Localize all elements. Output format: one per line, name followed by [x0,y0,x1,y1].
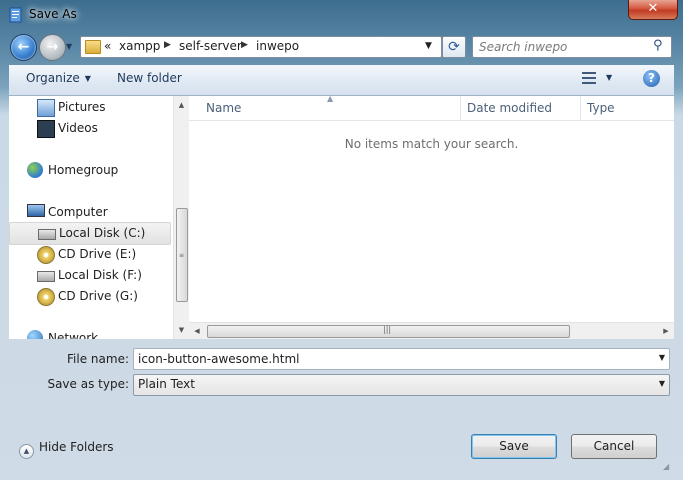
sidebar-item-label: Videos [58,121,98,135]
window-title: Save As [29,7,77,21]
search-input[interactable] [479,38,649,55]
cd-drive-icon [37,288,55,306]
sidebar-item-label: Local Disk (C:) [59,226,146,240]
column-date-modified[interactable]: Date modified [467,101,552,115]
column-divider[interactable] [580,96,581,120]
address-bar[interactable]: « xampp ▶ self-server ▶ inwepo ▼ [80,36,442,58]
empty-message: No items match your search. [344,137,519,151]
close-icon: ✕ [647,1,659,16]
chevron-down-icon[interactable]: ▼ [659,353,665,362]
scroll-up-icon[interactable]: ▲ [174,98,189,112]
sidebar-item-local-disk-f[interactable]: Local Disk (F:) [37,265,167,286]
cd-drive-icon [37,246,55,264]
sidebar-item-label: Network [48,331,99,339]
refresh-icon: ⟳ [448,39,460,55]
column-name[interactable]: Name [206,101,241,115]
search-icon[interactable]: ⚲ [653,38,667,54]
chevron-down-icon: ▼ [84,74,91,83]
title-bar[interactable]: Save As ✕ [0,0,683,30]
sidebar-item-label: Homegroup [48,163,119,177]
file-name-label: File name: [67,352,129,366]
cancel-button[interactable]: Cancel [571,434,657,459]
grip-icon: ||| [383,325,392,334]
horizontal-scrollbar[interactable]: ◀ ||| ▶ [189,322,674,339]
column-divider[interactable] [460,96,461,120]
chevron-down-icon[interactable]: ▼ [425,41,432,51]
disk-icon [38,229,56,240]
hide-folders-label: Hide Folders [39,440,114,454]
search-box[interactable]: ⚲ [472,36,672,58]
save-type-label: Save as type: [47,377,129,391]
breadcrumb-self-server[interactable]: self-server [179,39,242,53]
network-icon [27,330,43,339]
file-name-field[interactable]: ▼ [133,348,670,370]
breadcrumb-overflow[interactable]: « [104,39,111,53]
command-toolbar: Organize ▼ New folder ▼ ? [9,65,674,96]
file-list: ▲ Name Date modified Type No items match… [189,94,674,339]
forward-button[interactable]: → [39,34,66,61]
sidebar-item-homegroup[interactable]: Homegroup [27,160,167,181]
sidebar-item-computer[interactable]: Computer [27,202,167,223]
sidebar-item-label: Local Disk (F:) [58,268,142,282]
folder-icon [85,40,101,54]
breadcrumb-inwepo[interactable]: inwepo [256,39,299,53]
breadcrumb-xampp[interactable]: xampp [119,39,160,53]
pictures-icon [37,99,55,117]
organize-label: Organize [26,71,80,85]
save-form: File name: ▼ Save as type: Plain Text ▼ [9,339,674,399]
homegroup-icon [27,162,43,178]
sidebar-item-local-disk-c[interactable]: Local Disk (C:) [9,222,171,245]
breadcrumb-separator-icon[interactable]: ▶ [241,40,248,50]
file-name-input[interactable] [138,350,638,367]
recent-locations-dropdown[interactable]: ▼ [66,42,76,52]
sidebar-item-videos[interactable]: Videos [37,118,167,139]
refresh-button[interactable]: ⟳ [442,36,466,58]
breadcrumb-separator-icon[interactable]: ▶ [164,40,171,50]
dialog-footer: ▲ Hide Folders Save Cancel [9,399,674,474]
close-button[interactable]: ✕ [628,0,678,20]
sidebar-item-label: Pictures [58,100,106,114]
sidebar-item-pictures[interactable]: Pictures [37,97,167,118]
change-view-icon[interactable] [582,71,596,85]
back-button[interactable]: ← [10,34,37,61]
sidebar-item-label: Computer [48,205,108,219]
forward-arrow-icon: → [46,39,59,55]
resize-grip-icon[interactable]: ◢ [663,462,673,472]
save-button[interactable]: Save [471,434,557,459]
sidebar-item-cd-drive-g[interactable]: CD Drive (G:) [37,286,167,307]
scroll-right-icon[interactable]: ▶ [659,323,673,339]
help-icon[interactable]: ? [643,70,660,87]
hide-folders-button[interactable]: ▲ Hide Folders [19,440,114,459]
organize-button[interactable]: Organize ▼ [26,71,91,85]
chevron-up-icon: ▲ [19,444,34,459]
browser-area: Pictures Videos Homegroup Computer Local… [9,94,674,339]
disk-icon [37,271,55,282]
new-folder-button[interactable]: New folder [117,71,182,85]
chevron-down-icon[interactable]: ▼ [659,379,665,388]
sort-ascending-icon: ▲ [327,94,334,103]
save-type-value: Plain Text [138,377,195,391]
back-arrow-icon: ← [17,39,30,55]
grip-icon: ≡ [179,252,185,259]
videos-icon [37,120,55,138]
column-type[interactable]: Type [587,101,615,115]
scroll-down-icon[interactable]: ▼ [174,323,189,337]
save-as-dialog: Save As ✕ ← → ▼ « xampp ▶ self-server ▶ … [0,0,683,480]
navigation-pane: Pictures Videos Homegroup Computer Local… [9,96,173,339]
sidebar-item-cd-drive-e[interactable]: CD Drive (E:) [37,244,167,265]
navigation-scrollbar[interactable]: ▲ ≡ ▼ [173,96,189,339]
scroll-thumb[interactable]: ||| [207,325,570,338]
column-header-row: ▲ Name Date modified Type [189,94,674,121]
save-type-select[interactable]: Plain Text ▼ [133,374,670,396]
scroll-left-icon[interactable]: ◀ [190,323,204,339]
notepad-icon [9,7,22,23]
chevron-down-icon[interactable]: ▼ [606,73,612,82]
scroll-thumb[interactable]: ≡ [176,208,188,302]
sidebar-item-network[interactable]: Network [27,328,167,339]
computer-icon [27,204,45,217]
sidebar-item-label: CD Drive (G:) [58,289,138,303]
sidebar-item-label: CD Drive (E:) [58,247,137,261]
